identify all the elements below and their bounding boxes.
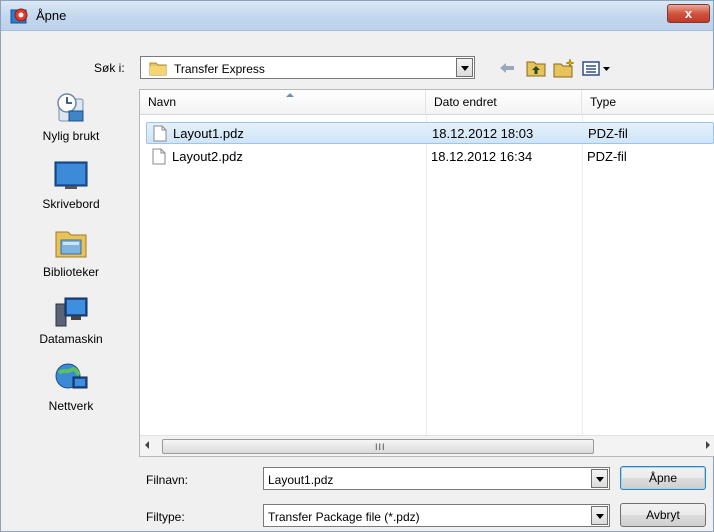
recent-places-icon bbox=[57, 93, 84, 122]
filename-value: Layout1.pdz bbox=[268, 473, 334, 487]
filename-label: Filnavn: bbox=[146, 473, 189, 487]
horizontal-scrollbar[interactable]: III bbox=[140, 435, 714, 456]
lookin-dropdown[interactable]: Transfer Express bbox=[140, 56, 475, 79]
file-date: 18.12.2012 16:34 bbox=[431, 149, 533, 164]
scrollbar-grip: III bbox=[375, 442, 386, 452]
desktop-icon bbox=[54, 161, 88, 189]
file-list-header: Navn Dato endret Type bbox=[140, 90, 714, 115]
column-date-label: Dato endret bbox=[434, 95, 497, 109]
lookin-label: Søk i: bbox=[94, 61, 125, 75]
filename-field[interactable]: Layout1.pdz bbox=[263, 467, 610, 490]
filetype-label: Filtype: bbox=[146, 510, 185, 524]
places-bar: Nylig brukt Skrivebord Biblioteker Datam… bbox=[15, 91, 127, 501]
lookin-value: Transfer Express bbox=[174, 62, 265, 76]
document-icon bbox=[153, 125, 167, 142]
place-label: Nylig brukt bbox=[42, 129, 100, 143]
place-recent[interactable]: Nylig brukt bbox=[15, 91, 127, 157]
file-date: 18.12.2012 18:03 bbox=[432, 126, 534, 141]
close-button[interactable]: x bbox=[667, 4, 710, 23]
filetype-dropdown[interactable]: Transfer Package file (*.pdz) bbox=[263, 504, 610, 527]
window-title: Åpne bbox=[36, 8, 67, 23]
computer-icon bbox=[55, 297, 88, 327]
column-header-name[interactable]: Navn bbox=[140, 90, 426, 115]
place-network[interactable]: Nettverk bbox=[15, 361, 127, 427]
title-bar[interactable]: Åpne x bbox=[1, 1, 713, 31]
file-row[interactable]: Layout2.pdz 18.12.2012 16:34 PDZ-fil bbox=[146, 146, 714, 168]
scroll-left-icon[interactable] bbox=[145, 441, 149, 449]
column-header-date[interactable]: Dato endret bbox=[426, 90, 582, 115]
views-menu-icon[interactable] bbox=[581, 58, 615, 78]
place-label: Datamaskin bbox=[39, 332, 103, 346]
sort-ascending-icon bbox=[286, 93, 294, 97]
file-type: PDZ-fil bbox=[588, 126, 628, 141]
column-header-type[interactable]: Type bbox=[582, 90, 714, 115]
folder-icon bbox=[149, 62, 167, 76]
column-name-label: Navn bbox=[148, 95, 177, 109]
filename-dropdown-arrow[interactable] bbox=[591, 469, 608, 488]
filetype-value: Transfer Package file (*.pdz) bbox=[268, 510, 420, 524]
new-folder-icon[interactable] bbox=[552, 58, 576, 78]
open-button[interactable]: Åpne bbox=[620, 466, 706, 490]
place-libraries[interactable]: Biblioteker bbox=[15, 227, 127, 293]
file-row[interactable]: Layout1.pdz 18.12.2012 18:03 PDZ-fil bbox=[146, 122, 714, 144]
libraries-icon bbox=[55, 231, 87, 258]
app-logo-icon bbox=[10, 8, 28, 24]
network-icon bbox=[55, 363, 88, 389]
file-name: Layout1.pdz bbox=[173, 126, 244, 141]
place-label: Skrivebord bbox=[42, 197, 100, 211]
scrollbar-thumb[interactable]: III bbox=[162, 439, 594, 454]
back-arrow-icon[interactable] bbox=[497, 58, 517, 78]
file-list[interactable]: Navn Dato endret Type Layout1.pdz 18.12.… bbox=[139, 89, 714, 457]
lookin-dropdown-arrow[interactable] bbox=[456, 58, 473, 77]
place-desktop[interactable]: Skrivebord bbox=[15, 159, 127, 225]
open-dialog: Åpne x Søk i: Transfer Express Nylig bru… bbox=[0, 0, 714, 532]
document-icon bbox=[152, 148, 166, 165]
filetype-dropdown-arrow[interactable] bbox=[591, 506, 608, 525]
up-folder-icon[interactable] bbox=[525, 58, 547, 78]
place-computer[interactable]: Datamaskin bbox=[15, 294, 127, 360]
place-label: Biblioteker bbox=[42, 265, 100, 279]
column-type-label: Type bbox=[590, 95, 617, 109]
place-label: Nettverk bbox=[48, 399, 94, 413]
scroll-right-icon[interactable] bbox=[706, 441, 710, 449]
cancel-button[interactable]: Avbryt bbox=[620, 503, 706, 527]
file-name: Layout2.pdz bbox=[172, 149, 243, 164]
file-type: PDZ-fil bbox=[587, 149, 627, 164]
